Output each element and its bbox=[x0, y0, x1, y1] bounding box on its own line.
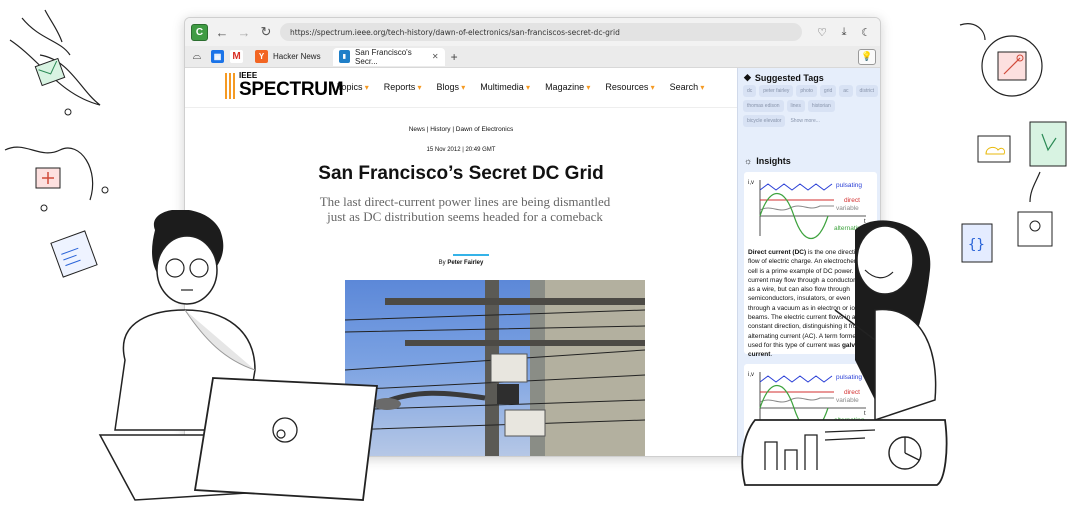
hacker-news-icon: Y bbox=[255, 50, 268, 63]
nav-topics[interactable]: Topics ▾ bbox=[337, 82, 369, 92]
suggested-tags-heading: ◆ Suggested Tags bbox=[744, 72, 824, 83]
download-icon[interactable]: ⤓ bbox=[836, 26, 852, 39]
person-with-chart-illustration bbox=[741, 220, 948, 486]
breadcrumb[interactable]: News | History | Dawn of Electronics bbox=[185, 126, 737, 133]
tag-list: dc peter fairley photo grid ac district … bbox=[743, 85, 878, 127]
insights-heading: ☼ Insights bbox=[744, 156, 791, 166]
nav-search[interactable]: Search ▾ bbox=[670, 82, 705, 92]
tag-chip[interactable]: ac bbox=[839, 85, 853, 97]
address-bar[interactable]: https://spectrum.ieee.org/tech-history/d… bbox=[280, 23, 802, 41]
browser-toolbar: C ← → ↻ https://spectrum.ieee.org/tech-h… bbox=[185, 18, 880, 46]
tag-chip[interactable]: dc bbox=[743, 85, 757, 97]
profile-badge[interactable]: C bbox=[191, 23, 208, 41]
article-title: San Francisco’s Secret DC Grid bbox=[318, 163, 604, 184]
tag-icon: ◆ bbox=[744, 72, 751, 82]
hero-image bbox=[345, 280, 645, 456]
ieee-icon: ▮ bbox=[338, 50, 351, 63]
svg-text:pulsating: pulsating bbox=[836, 182, 862, 189]
stage: {} C ← → ↻ https://spectrum.ieee.org/tec… bbox=[0, 0, 1080, 508]
spectrum-logo[interactable]: IEEE SPECTRUM bbox=[225, 72, 344, 100]
tag-chip[interactable]: photo bbox=[796, 85, 817, 97]
lightbulb-icon: ☼ bbox=[744, 156, 753, 166]
sidebar-toggle-icon[interactable]: ⌓ bbox=[189, 50, 205, 63]
tag-chip[interactable]: peter fairley bbox=[759, 85, 794, 97]
logo-spectrum: SPECTRUM bbox=[239, 79, 344, 100]
site-header: IEEE SPECTRUM Topics ▾ Reports ▾ Blogs ▾… bbox=[185, 68, 737, 108]
back-arrow-icon[interactable]: ← bbox=[214, 25, 230, 40]
author-link[interactable]: Peter Fairley bbox=[447, 260, 483, 266]
tab-label: San Francisco's Secr... bbox=[355, 47, 412, 66]
site-nav: Topics ▾ Reports ▾ Blogs ▾ Multimedia ▾ … bbox=[337, 82, 704, 92]
nav-blogs[interactable]: Blogs ▾ bbox=[437, 82, 466, 92]
insights-toggle-button[interactable]: 💡 bbox=[858, 48, 876, 65]
tag-chip[interactable]: district bbox=[855, 85, 878, 97]
calendar-icon[interactable]: ▦ bbox=[211, 50, 224, 63]
tab-label: Hacker News bbox=[273, 52, 321, 61]
tag-chip[interactable]: grid bbox=[819, 85, 837, 97]
nav-multimedia[interactable]: Multimedia ▾ bbox=[480, 82, 530, 92]
nav-reports[interactable]: Reports ▾ bbox=[384, 82, 422, 92]
svg-text:{}: {} bbox=[968, 237, 985, 253]
byline-divider bbox=[453, 254, 489, 256]
tab-hacker-news[interactable]: Y Hacker News bbox=[249, 48, 327, 66]
nav-resources[interactable]: Resources ▾ bbox=[605, 82, 654, 92]
tab-bar: ⌓ ▦ M Y Hacker News ▮ San Francisco's Se… bbox=[185, 46, 880, 68]
svg-text:i,v: i,v bbox=[748, 180, 754, 186]
tab-spectrum[interactable]: ▮ San Francisco's Secr... ✕ bbox=[332, 47, 445, 66]
power-pole-photo bbox=[345, 280, 645, 456]
reload-icon[interactable]: ↻ bbox=[258, 24, 274, 40]
close-icon[interactable]: ✕ bbox=[432, 52, 439, 61]
forward-arrow-icon[interactable]: → bbox=[236, 25, 252, 40]
show-more-link[interactable]: Show more... bbox=[788, 115, 821, 127]
moon-icon[interactable]: ☾ bbox=[858, 26, 874, 39]
tag-chip[interactable]: historian bbox=[807, 100, 835, 112]
tag-chip[interactable]: lines bbox=[786, 100, 805, 112]
publish-date: 15 Nov 2012 | 20:49 GMT bbox=[426, 147, 496, 153]
logo-mark-icon bbox=[225, 72, 235, 99]
nav-magazine[interactable]: Magazine ▾ bbox=[545, 82, 590, 92]
new-tab-button[interactable]: + bbox=[451, 50, 458, 64]
heart-icon[interactable]: ♡ bbox=[814, 26, 830, 39]
svg-text:direct: direct bbox=[844, 197, 860, 204]
tag-chip[interactable]: thomas edison bbox=[743, 100, 784, 112]
tag-chip[interactable]: bicycle elevator bbox=[743, 115, 786, 127]
gmail-icon[interactable]: M bbox=[230, 50, 243, 63]
person-with-laptop-illustration bbox=[98, 210, 379, 501]
lightbulb-icon: 💡 bbox=[861, 51, 873, 61]
